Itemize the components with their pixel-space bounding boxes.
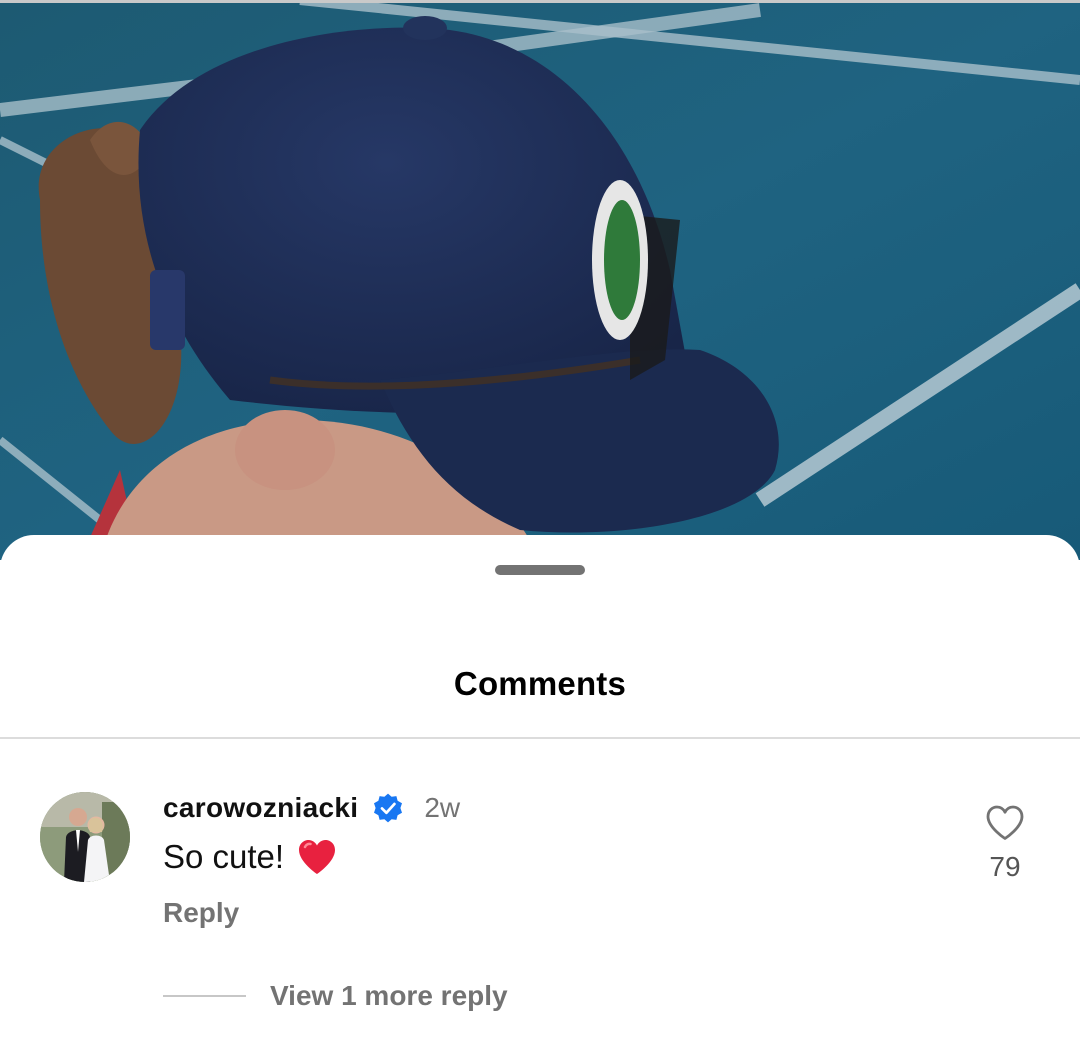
replies-line bbox=[163, 995, 246, 997]
status-strip bbox=[0, 0, 1080, 3]
comment-timestamp: 2w bbox=[424, 792, 461, 823]
view-more-replies-button[interactable]: View 1 more reply bbox=[163, 980, 508, 1012]
avatar[interactable] bbox=[40, 792, 130, 882]
sheet-title: Comments bbox=[453, 665, 627, 702]
drag-handle[interactable] bbox=[495, 565, 585, 575]
like-count: 79 bbox=[989, 851, 1021, 882]
comment-text: So cute! bbox=[163, 838, 285, 875]
comment-item: carowozniacki 2w So cute! Reply 79 View … bbox=[0, 785, 1080, 1045]
comment-username[interactable]: carowozniacki bbox=[163, 792, 358, 824]
red-heart-emoji-icon bbox=[299, 840, 336, 874]
heart-outline-icon[interactable] bbox=[984, 803, 1026, 843]
comments-sheet: Comments carowozniacki 2w So cute! Reply… bbox=[0, 535, 1080, 1063]
post-photo bbox=[0, 0, 1080, 560]
like-control: 79 bbox=[980, 803, 1030, 883]
reply-button[interactable]: Reply bbox=[163, 897, 239, 929]
view-more-replies-label: View 1 more reply bbox=[270, 980, 508, 1011]
verified-badge-icon bbox=[374, 793, 403, 823]
divider bbox=[0, 737, 1080, 739]
